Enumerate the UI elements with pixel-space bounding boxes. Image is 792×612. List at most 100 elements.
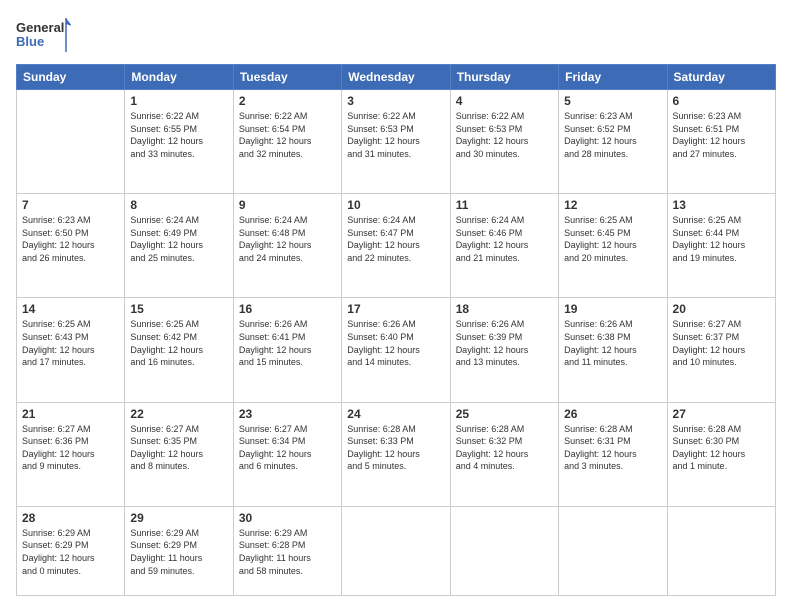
calendar-day-cell xyxy=(17,90,125,194)
day-info: Sunrise: 6:22 AM Sunset: 6:54 PM Dayligh… xyxy=(239,110,336,160)
day-number: 22 xyxy=(130,407,227,421)
day-number: 4 xyxy=(456,94,553,108)
day-info: Sunrise: 6:24 AM Sunset: 6:46 PM Dayligh… xyxy=(456,214,553,264)
day-number: 20 xyxy=(673,302,770,316)
day-number: 16 xyxy=(239,302,336,316)
calendar-day-cell: 1 Sunrise: 6:22 AM Sunset: 6:55 PM Daylig… xyxy=(125,90,233,194)
calendar-day-cell: 14Sunrise: 6:25 AM Sunset: 6:43 PM Dayli… xyxy=(17,298,125,402)
day-info: Sunrise: 6:25 AM Sunset: 6:43 PM Dayligh… xyxy=(22,318,119,368)
day-info: Sunrise: 6:29 AM Sunset: 6:29 PM Dayligh… xyxy=(130,527,227,577)
day-info: Sunrise: 6:22 AM Sunset: 6:53 PM Dayligh… xyxy=(347,110,444,160)
day-number: 29 xyxy=(130,511,227,525)
day-number: 17 xyxy=(347,302,444,316)
day-number: 30 xyxy=(239,511,336,525)
day-info: Sunrise: 6:27 AM Sunset: 6:37 PM Dayligh… xyxy=(673,318,770,368)
day-number: 12 xyxy=(564,198,661,212)
day-info: Sunrise: 6:27 AM Sunset: 6:34 PM Dayligh… xyxy=(239,423,336,473)
calendar-week-row: 21 Sunrise: 6:27 AM Sunset: 6:36 PM Dayli… xyxy=(17,402,776,506)
calendar-day-cell: 26 Sunrise: 6:28 AM Sunset: 6:31 PM Dayli… xyxy=(559,402,667,506)
calendar-day-cell: 24 Sunrise: 6:28 AM Sunset: 6:33 PM Dayli… xyxy=(342,402,450,506)
calendar-day-cell: 11 Sunrise: 6:24 AM Sunset: 6:46 PM Dayli… xyxy=(450,194,558,298)
day-number: 7 xyxy=(22,198,119,212)
calendar-day-cell: 8Sunrise: 6:24 AM Sunset: 6:49 PM Daylig… xyxy=(125,194,233,298)
calendar-day-cell: 28Sunrise: 6:29 AM Sunset: 6:29 PM Dayli… xyxy=(17,506,125,595)
day-number: 5 xyxy=(564,94,661,108)
calendar-day-cell: 9 Sunrise: 6:24 AM Sunset: 6:48 PM Daylig… xyxy=(233,194,341,298)
calendar-day-cell xyxy=(559,506,667,595)
calendar-day-cell: 20 Sunrise: 6:27 AM Sunset: 6:37 PM Dayli… xyxy=(667,298,775,402)
svg-text:General: General xyxy=(16,20,64,35)
calendar-day-cell: 27Sunrise: 6:28 AM Sunset: 6:30 PM Dayli… xyxy=(667,402,775,506)
day-number: 21 xyxy=(22,407,119,421)
day-number: 19 xyxy=(564,302,661,316)
calendar-day-cell: 25 Sunrise: 6:28 AM Sunset: 6:32 PM Dayli… xyxy=(450,402,558,506)
calendar-week-row: 1 Sunrise: 6:22 AM Sunset: 6:55 PM Daylig… xyxy=(17,90,776,194)
day-info: Sunrise: 6:29 AM Sunset: 6:28 PM Dayligh… xyxy=(239,527,336,577)
calendar-day-cell: 30 Sunrise: 6:29 AM Sunset: 6:28 PM Dayli… xyxy=(233,506,341,595)
calendar-day-cell: 19 Sunrise: 6:26 AM Sunset: 6:38 PM Dayli… xyxy=(559,298,667,402)
calendar-day-cell: 23Sunrise: 6:27 AM Sunset: 6:34 PM Dayli… xyxy=(233,402,341,506)
day-info: Sunrise: 6:29 AM Sunset: 6:29 PM Dayligh… xyxy=(22,527,119,577)
day-info: Sunrise: 6:26 AM Sunset: 6:39 PM Dayligh… xyxy=(456,318,553,368)
logo-svg: General Blue xyxy=(16,16,71,54)
calendar-day-cell: 5 Sunrise: 6:23 AM Sunset: 6:52 PM Daylig… xyxy=(559,90,667,194)
day-number: 1 xyxy=(130,94,227,108)
day-number: 26 xyxy=(564,407,661,421)
day-number: 11 xyxy=(456,198,553,212)
calendar-day-cell: 7 Sunrise: 6:23 AM Sunset: 6:50 PM Daylig… xyxy=(17,194,125,298)
calendar-header-cell: Thursday xyxy=(450,65,558,90)
day-info: Sunrise: 6:24 AM Sunset: 6:47 PM Dayligh… xyxy=(347,214,444,264)
day-info: Sunrise: 6:28 AM Sunset: 6:33 PM Dayligh… xyxy=(347,423,444,473)
calendar-day-cell: 2Sunrise: 6:22 AM Sunset: 6:54 PM Daylig… xyxy=(233,90,341,194)
calendar-day-cell: 10Sunrise: 6:24 AM Sunset: 6:47 PM Dayli… xyxy=(342,194,450,298)
day-info: Sunrise: 6:25 AM Sunset: 6:45 PM Dayligh… xyxy=(564,214,661,264)
svg-text:Blue: Blue xyxy=(16,34,44,49)
day-info: Sunrise: 6:26 AM Sunset: 6:41 PM Dayligh… xyxy=(239,318,336,368)
day-info: Sunrise: 6:24 AM Sunset: 6:48 PM Dayligh… xyxy=(239,214,336,264)
calendar-header-cell: Monday xyxy=(125,65,233,90)
calendar-day-cell: 15 Sunrise: 6:25 AM Sunset: 6:42 PM Dayli… xyxy=(125,298,233,402)
day-info: Sunrise: 6:27 AM Sunset: 6:36 PM Dayligh… xyxy=(22,423,119,473)
calendar-week-row: 14Sunrise: 6:25 AM Sunset: 6:43 PM Dayli… xyxy=(17,298,776,402)
calendar-header-cell: Friday xyxy=(559,65,667,90)
day-info: Sunrise: 6:25 AM Sunset: 6:42 PM Dayligh… xyxy=(130,318,227,368)
calendar-week-row: 7 Sunrise: 6:23 AM Sunset: 6:50 PM Daylig… xyxy=(17,194,776,298)
day-number: 24 xyxy=(347,407,444,421)
calendar-day-cell: 21 Sunrise: 6:27 AM Sunset: 6:36 PM Dayli… xyxy=(17,402,125,506)
calendar-day-cell: 13Sunrise: 6:25 AM Sunset: 6:44 PM Dayli… xyxy=(667,194,775,298)
header: General Blue xyxy=(16,16,776,54)
day-info: Sunrise: 6:28 AM Sunset: 6:32 PM Dayligh… xyxy=(456,423,553,473)
day-info: Sunrise: 6:22 AM Sunset: 6:53 PM Dayligh… xyxy=(456,110,553,160)
day-info: Sunrise: 6:23 AM Sunset: 6:50 PM Dayligh… xyxy=(22,214,119,264)
day-info: Sunrise: 6:27 AM Sunset: 6:35 PM Dayligh… xyxy=(130,423,227,473)
day-number: 6 xyxy=(673,94,770,108)
calendar-body: 1 Sunrise: 6:22 AM Sunset: 6:55 PM Daylig… xyxy=(17,90,776,596)
calendar-header-cell: Wednesday xyxy=(342,65,450,90)
calendar-day-cell: 18Sunrise: 6:26 AM Sunset: 6:39 PM Dayli… xyxy=(450,298,558,402)
day-number: 3 xyxy=(347,94,444,108)
day-info: Sunrise: 6:23 AM Sunset: 6:51 PM Dayligh… xyxy=(673,110,770,160)
calendar-day-cell xyxy=(342,506,450,595)
day-info: Sunrise: 6:23 AM Sunset: 6:52 PM Dayligh… xyxy=(564,110,661,160)
day-info: Sunrise: 6:26 AM Sunset: 6:40 PM Dayligh… xyxy=(347,318,444,368)
page: General Blue SundayMondayTuesdayWednesda… xyxy=(0,0,792,612)
logo: General Blue xyxy=(16,16,71,54)
day-info: Sunrise: 6:22 AM Sunset: 6:55 PM Dayligh… xyxy=(130,110,227,160)
calendar-table: SundayMondayTuesdayWednesdayThursdayFrid… xyxy=(16,64,776,596)
day-number: 15 xyxy=(130,302,227,316)
calendar-week-row: 28Sunrise: 6:29 AM Sunset: 6:29 PM Dayli… xyxy=(17,506,776,595)
calendar-header-row: SundayMondayTuesdayWednesdayThursdayFrid… xyxy=(17,65,776,90)
calendar-day-cell: 4 Sunrise: 6:22 AM Sunset: 6:53 PM Daylig… xyxy=(450,90,558,194)
calendar-header-cell: Sunday xyxy=(17,65,125,90)
calendar-header-cell: Saturday xyxy=(667,65,775,90)
calendar-header-cell: Tuesday xyxy=(233,65,341,90)
calendar-day-cell xyxy=(450,506,558,595)
calendar-day-cell: 22 Sunrise: 6:27 AM Sunset: 6:35 PM Dayli… xyxy=(125,402,233,506)
calendar-day-cell: 17 Sunrise: 6:26 AM Sunset: 6:40 PM Dayli… xyxy=(342,298,450,402)
day-info: Sunrise: 6:26 AM Sunset: 6:38 PM Dayligh… xyxy=(564,318,661,368)
day-number: 25 xyxy=(456,407,553,421)
day-info: Sunrise: 6:28 AM Sunset: 6:31 PM Dayligh… xyxy=(564,423,661,473)
day-number: 27 xyxy=(673,407,770,421)
day-number: 9 xyxy=(239,198,336,212)
calendar-day-cell: 12 Sunrise: 6:25 AM Sunset: 6:45 PM Dayli… xyxy=(559,194,667,298)
